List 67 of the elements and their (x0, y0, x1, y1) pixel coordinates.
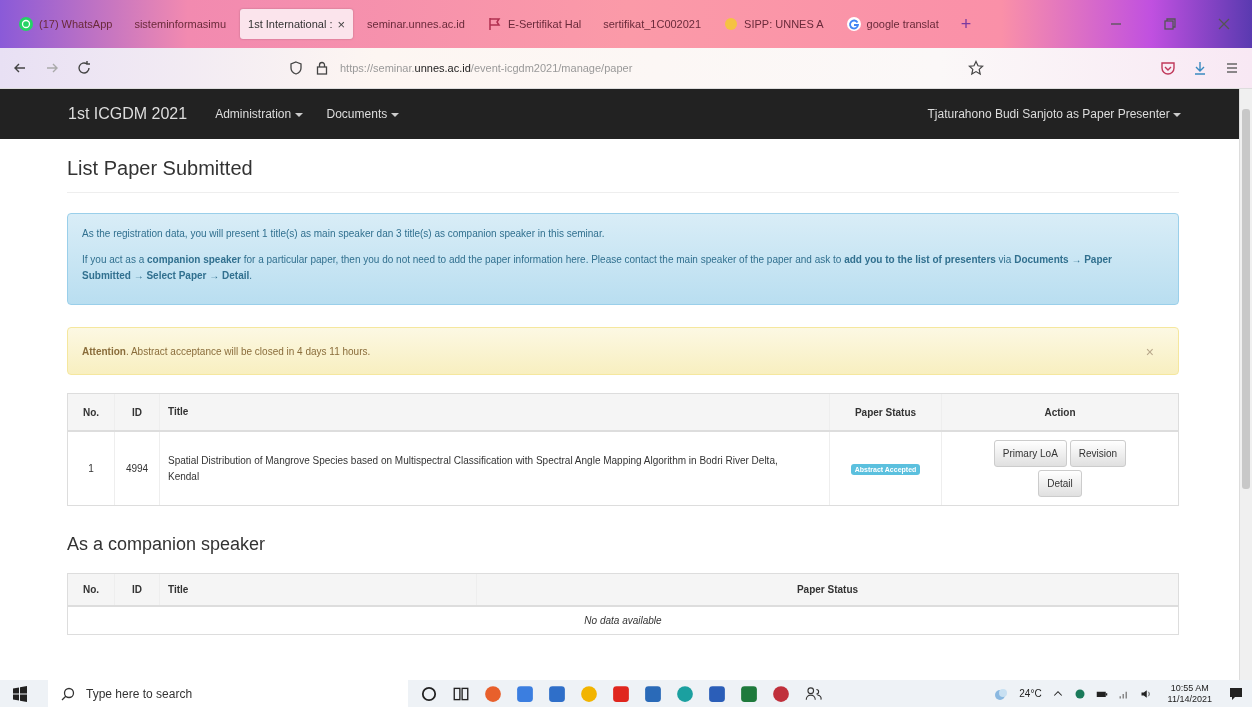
reload-icon[interactable] (76, 60, 92, 76)
browser-tab[interactable]: SIPP: UNNES A (715, 9, 832, 39)
speaker-icon[interactable] (1139, 687, 1152, 700)
app-icon[interactable] (740, 684, 758, 703)
column-header: Paper Status (476, 574, 1178, 606)
pocket-icon[interactable] (1160, 60, 1176, 76)
column-header: Title (159, 394, 830, 431)
windows-icon[interactable] (12, 685, 28, 702)
warning-text: Attention. Abstract acceptance will be closed in 4 days 11 hours. (82, 345, 372, 359)
app-icon[interactable] (644, 684, 662, 703)
table-cell: 4994 (114, 431, 160, 505)
column-header: ID (114, 394, 160, 431)
action-button[interactable]: Revision (1069, 440, 1127, 467)
section-heading: As a companion speaker (67, 534, 267, 555)
download-icon[interactable] (1192, 60, 1208, 76)
cortana-icon[interactable] (420, 684, 438, 703)
browser-tab[interactable]: seminar.unnes.ac.id (359, 9, 473, 39)
search-icon (60, 685, 76, 702)
browser-tab[interactable]: google translat (837, 9, 947, 39)
column-header: No. (68, 574, 115, 606)
flag-icon (486, 16, 503, 32)
app-icon[interactable] (708, 684, 726, 703)
column-header: Title (159, 574, 477, 606)
url-text[interactable]: https://seminar.unnes.ac.id/event-icgdm2021/manage/paper (340, 62, 633, 74)
page-title: List Paper Submitted (67, 157, 1179, 193)
scrollbar[interactable] (1239, 89, 1252, 680)
app-icon[interactable] (548, 684, 566, 703)
app-icon[interactable] (772, 684, 790, 703)
empty-message: No data available (68, 606, 1178, 634)
action-button[interactable]: Detail (1038, 470, 1082, 497)
g-icon (845, 16, 862, 32)
nav-menu[interactable]: Documents (326, 107, 399, 121)
clock-time[interactable]: 10:55 AM (1170, 682, 1209, 694)
table-cell: 1 (68, 431, 115, 505)
brand-link[interactable]: 1st ICGDM 2021 (68, 105, 188, 123)
column-header: Action (941, 394, 1178, 431)
star-icon[interactable] (968, 60, 984, 76)
people-icon[interactable] (804, 684, 822, 703)
search-field[interactable]: Type here to search (48, 680, 408, 707)
browser-tab[interactable]: 1st International : × (240, 9, 354, 39)
lock-icon (314, 60, 330, 76)
user-menu[interactable]: Tjaturahono Budi Sanjoto as Paper Presenter (927, 107, 1181, 121)
column-header: Paper Status (829, 394, 942, 431)
tray-icon[interactable] (1073, 687, 1086, 700)
nav-menu[interactable]: Administration (215, 107, 303, 121)
notification-icon[interactable] (1228, 685, 1244, 702)
chat-icon (18, 16, 34, 32)
close-icon[interactable]: × (337, 16, 346, 32)
shield-icon (288, 60, 304, 76)
app-icon[interactable] (676, 684, 694, 703)
app-icon[interactable] (516, 684, 534, 703)
browser-tab[interactable]: sisteminformasimu (126, 9, 235, 39)
column-header: No. (68, 394, 115, 431)
table-cell: Spatial Distribution of Mangrove Species based on Multispectral Classification with Spectral Angle Mapping Algorithm in Bodri River Delta, Kendal (159, 431, 830, 505)
menu-icon[interactable] (1224, 60, 1240, 76)
action-button[interactable]: Primary LoA (993, 440, 1067, 467)
browser-tab[interactable]: E-Sertifikat Hal (478, 9, 590, 39)
info-text: As the registration data, you will present 1 title(s) as main speaker dan 3 title(s) as companion speaker in this seminar. (82, 227, 606, 241)
app-icon[interactable] (484, 684, 502, 703)
info-text: If you act as a companion speaker for a particular paper, then you do not need to add the paper information here. Please contact the main speaker of the paper and ask to add you to the list of presenters via Documents → Paper Submitted → Select Paper → Detail. (82, 253, 1113, 283)
weather-text[interactable]: 24°C (1019, 688, 1042, 699)
circle-icon (723, 16, 740, 32)
browser-tab[interactable]: sertifikat_1C002021 (595, 9, 710, 39)
app-icon[interactable] (612, 684, 630, 703)
clock-date[interactable]: 11/14/2021 (1167, 693, 1212, 705)
scrollbar-thumb[interactable] (1242, 109, 1250, 489)
column-header: ID (114, 574, 160, 606)
